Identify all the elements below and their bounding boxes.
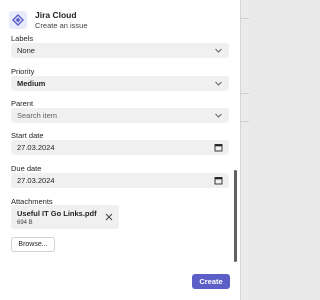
chevron-down-icon xyxy=(215,81,222,86)
jira-app-icon xyxy=(9,11,27,29)
create-button[interactable]: Create xyxy=(192,274,230,289)
attachment-card: Useful IT Go Links.pdf 694 B xyxy=(11,205,119,229)
start-date-input[interactable]: 27.03.2024 xyxy=(11,140,229,155)
parent-label: Parent xyxy=(11,99,34,108)
chevron-down-icon xyxy=(215,48,222,53)
priority-label: Priority xyxy=(11,67,35,76)
due-date-label: Due date xyxy=(11,164,42,173)
due-date-value: 27.03.2024 xyxy=(17,176,55,185)
start-date-value: 27.03.2024 xyxy=(17,143,55,152)
priority-value: Medium xyxy=(17,79,46,88)
labels-select[interactable]: None xyxy=(11,43,229,58)
parent-search-select[interactable]: Search item xyxy=(11,108,229,123)
attachment-size: 694 B xyxy=(17,220,33,226)
close-icon[interactable] xyxy=(105,213,113,221)
create-issue-dialog: Jira Cloud Create an issue Labels None P… xyxy=(0,0,241,300)
background-panel-edge xyxy=(241,0,249,300)
due-date-input[interactable]: 27.03.2024 xyxy=(11,173,229,188)
labels-value: None xyxy=(17,46,35,55)
labels-label: Labels xyxy=(11,34,34,43)
browse-button[interactable]: Browse... xyxy=(11,237,55,252)
priority-select[interactable]: Medium xyxy=(11,76,229,91)
start-date-label: Start date xyxy=(11,131,44,140)
parent-placeholder: Search item xyxy=(17,111,58,120)
chevron-down-icon xyxy=(215,113,222,118)
app-name: Jira Cloud xyxy=(35,10,77,20)
attachment-name: Useful IT Go Links.pdf xyxy=(17,209,97,218)
scrollbar-thumb[interactable] xyxy=(234,170,237,262)
calendar-icon[interactable] xyxy=(214,143,223,152)
calendar-icon[interactable] xyxy=(214,176,223,185)
dialog-header: Jira Cloud Create an issue xyxy=(9,9,88,31)
app-subtitle: Create an issue xyxy=(35,20,88,30)
